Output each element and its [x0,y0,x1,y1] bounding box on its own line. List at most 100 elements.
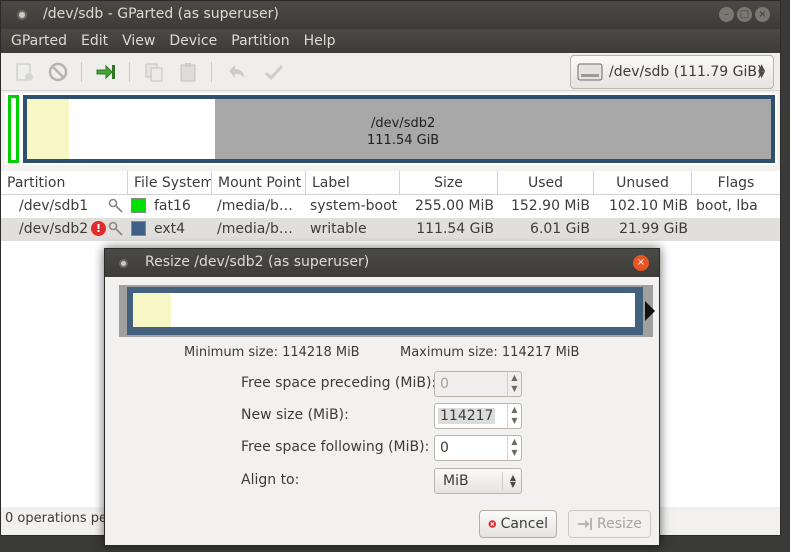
align-combobox[interactable]: MiB ▲ ▼ [434,468,522,494]
header-partition[interactable]: Partition [1,171,128,194]
warning-icon: ! [91,221,106,236]
new-size-spinbox[interactable]: 114217 ▲ ▼ [434,403,522,429]
cancel-icon [488,520,497,528]
window-title: /dev/sdb - GParted (as superuser) [43,6,279,22]
cell-size: 111.54 GiB [416,221,494,237]
partition-table: Partition File System Mount Point Label … [1,171,780,241]
table-row[interactable]: /dev/sdb1 fat16 /media/b… system-boot 25… [1,195,780,218]
table-header: Partition File System Mount Point Label … [1,171,780,195]
table-row-selected[interactable]: /dev/sdb2 ! ext4 /media/b… writable 111.… [1,218,780,241]
resize-button[interactable]: Resize [568,510,651,538]
header-used[interactable]: Used [498,171,594,194]
new-partition-icon[interactable] [13,61,35,83]
free-following-label: Free space following (MiB): [241,439,430,455]
align-label: Align to: [241,472,300,488]
partition-free-space [69,99,215,159]
header-unused[interactable]: Unused [594,171,692,194]
free-preceding-value: 0 [440,376,449,392]
menu-partition[interactable]: Partition [224,33,296,49]
cell-file-system-text: ext4 [154,221,186,237]
cell-partition: /dev/sdb2 ! [1,218,128,241]
partition-block-sdb1[interactable] [8,95,19,163]
new-size-label: New size (MiB): [241,407,349,423]
new-size-value: 114217 [438,408,496,424]
menu-help[interactable]: Help [297,33,343,49]
dialog-app-icon [119,259,128,268]
delete-partition-icon[interactable] [47,61,69,83]
cell-used: 6.01 GiB [530,221,590,237]
spinbox-arrows-icon[interactable]: ▲ ▼ [507,372,521,396]
cell-partition-text: /dev/sdb1 [19,198,89,214]
free-preceding-spinbox[interactable]: 0 ▲ ▼ [434,371,522,397]
cell-mount-point: /media/b… [217,198,293,214]
dialog-close-icon[interactable]: × [633,255,649,271]
new-size-row: New size (MiB): 114217 ▲ ▼ [241,403,541,429]
ext4-color-swatch [131,221,146,236]
key-icon [108,198,123,213]
spinbox-arrows-icon[interactable]: ▲ ▼ [507,404,521,428]
maximum-size-label: Maximum size: 114217 MiB [400,345,580,360]
apply-icon[interactable] [263,61,285,83]
partition-block-label: /dev/sdb2 111.54 GiB [367,115,439,149]
resize-used-space [133,293,171,327]
cell-file-system-text: fat16 [154,198,191,214]
cell-unused: 102.10 MiB [608,198,688,214]
drive-icon [577,63,603,81]
dialog-title-bar: Resize /dev/sdb2 (as superuser) × [105,249,659,277]
cell-file-system: fat16 [128,195,212,218]
device-selector[interactable]: /dev/sdb (111.79 GiB) ▲ ▼ [570,55,774,89]
cell-mount-point: /media/b… [217,221,293,237]
menu-gparted[interactable]: GParted [4,33,74,49]
cell-flags [692,218,780,241]
title-bar: /dev/sdb - GParted (as superuser) – □ × [1,1,780,29]
free-following-row: Free space following (MiB): 0 ▲ ▼ [241,435,541,461]
free-preceding-label: Free space preceding (MiB): [241,375,437,391]
header-mount-point[interactable]: Mount Point [212,171,306,194]
cell-label: writable [310,221,367,237]
header-size[interactable]: Size [400,171,498,194]
paste-icon[interactable] [177,61,199,83]
disk-map: /dev/sdb2 111.54 GiB [5,93,777,165]
partition-block-sdb2[interactable]: /dev/sdb2 111.54 GiB [23,95,775,163]
partition-block-name: /dev/sdb2 [370,116,436,131]
header-flags[interactable]: Flags [692,171,780,194]
maximize-icon[interactable]: □ [737,7,752,22]
device-selector-label: /dev/sdb (111.79 GiB) [609,64,763,80]
copy-icon[interactable] [143,61,165,83]
cell-flags: boot, lba [696,198,758,214]
header-file-system[interactable]: File System [128,171,212,194]
cell-file-system: ext4 [128,218,212,241]
spinbox-arrows-icon[interactable]: ▲ ▼ [507,436,521,460]
undo-icon[interactable] [225,61,247,83]
resize-move-icon[interactable] [95,61,117,83]
menu-edit[interactable]: Edit [74,33,115,49]
window-controls: – □ × [719,7,770,22]
toolbar-separator [211,62,212,82]
minimum-size-label: Minimum size: 114218 MiB [184,345,360,360]
resize-slider[interactable] [119,285,655,337]
free-following-spinbox[interactable]: 0 ▲ ▼ [434,435,522,461]
cell-unused: 21.99 GiB [619,221,688,237]
menu-bar: GParted Edit View Device Partition Help [1,29,780,53]
partition-used-space [27,99,69,159]
menu-view[interactable]: View [115,33,162,49]
combo-arrows-icon: ▲ ▼ [509,473,516,489]
app-icon [17,10,27,20]
key-icon [108,221,123,236]
align-row: Align to: MiB ▲ ▼ [241,468,541,494]
minimize-icon[interactable]: – [719,7,734,22]
toolbar-separator [81,62,82,82]
cell-partition: /dev/sdb1 [1,195,128,218]
header-label[interactable]: Label [306,171,400,194]
cell-size: 255.00 MiB [414,198,494,214]
cell-partition-text: /dev/sdb2 [19,221,89,237]
cancel-button[interactable]: Cancel [479,510,557,538]
close-icon[interactable]: × [755,7,770,22]
combo-separator [502,472,503,490]
resize-handle-arrow-icon[interactable] [645,301,655,321]
resize-dialog: Resize /dev/sdb2 (as superuser) × Minimu… [104,248,660,546]
fat16-color-swatch [131,198,146,213]
resize-icon [578,518,592,530]
resize-partition-frame[interactable] [127,287,643,335]
menu-device[interactable]: Device [162,33,224,49]
